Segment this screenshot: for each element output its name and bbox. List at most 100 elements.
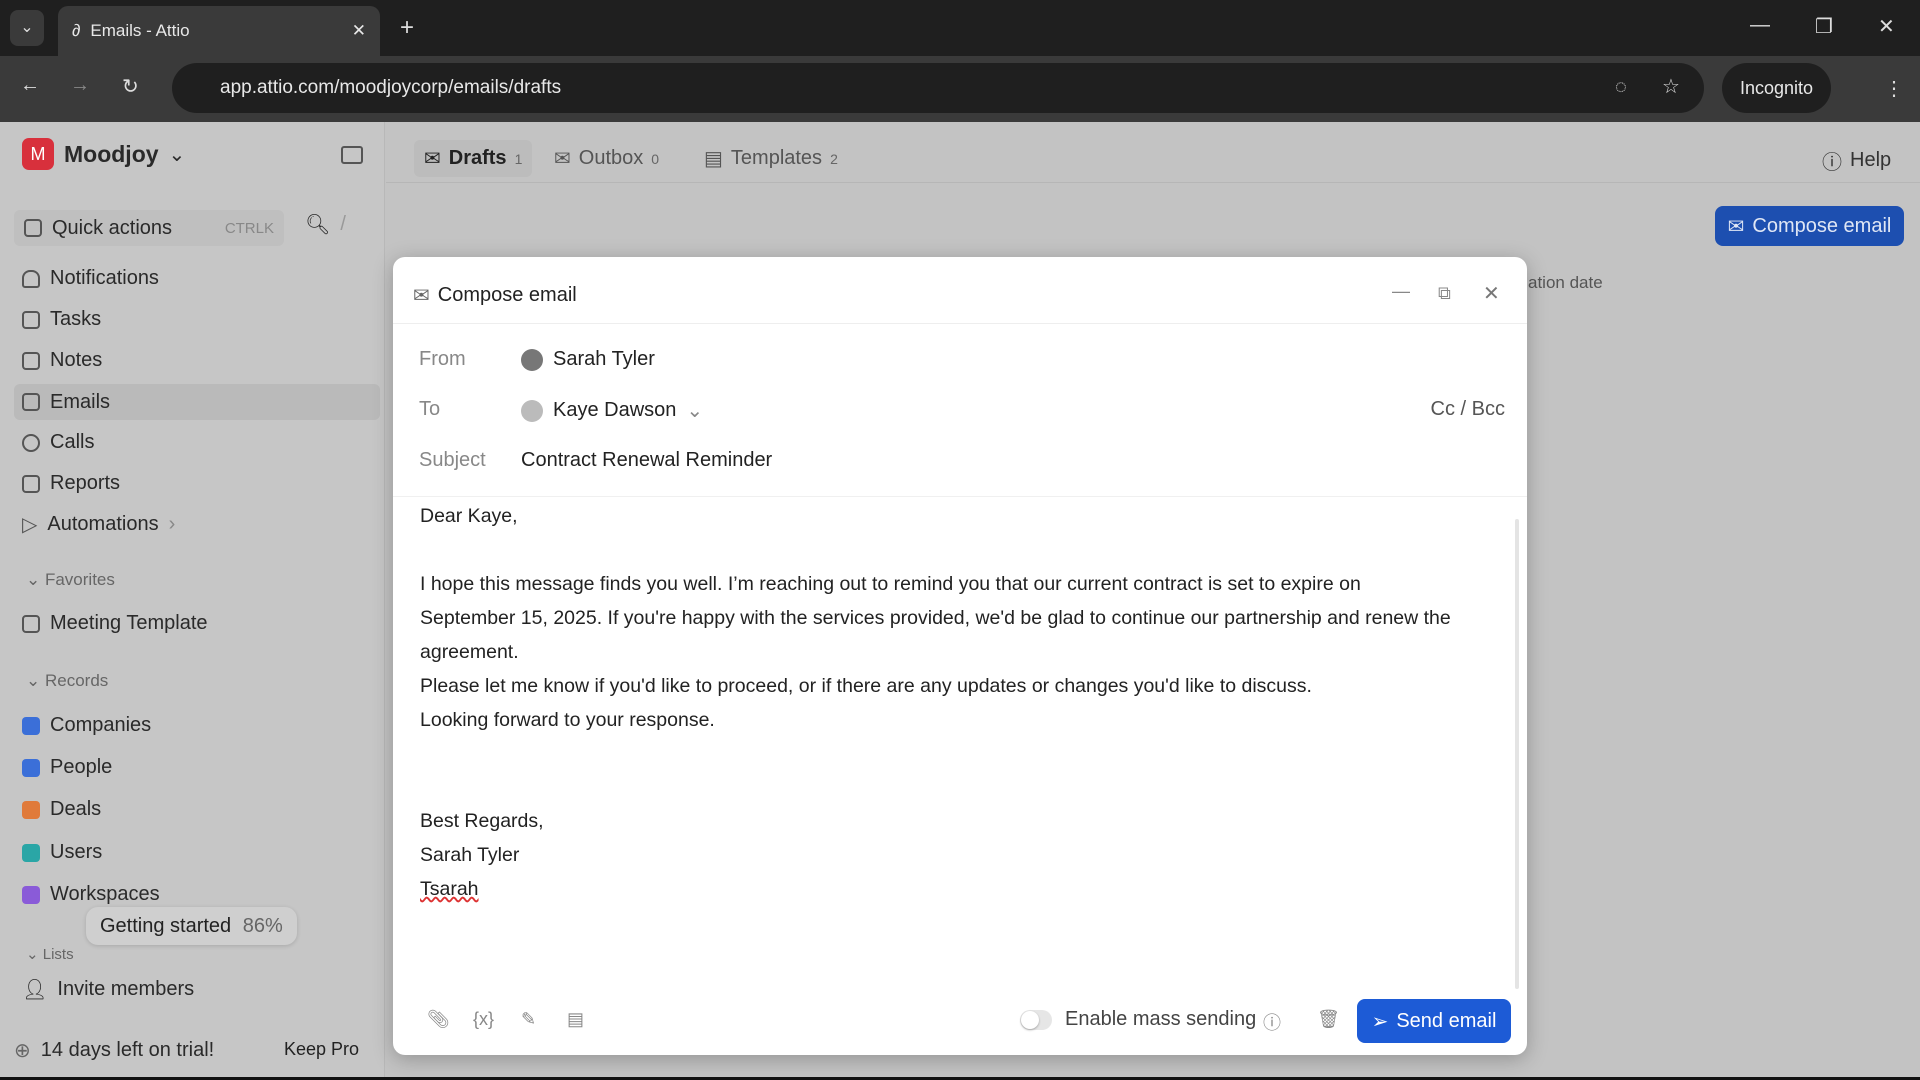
sidebar-item-label: Calls <box>50 431 94 454</box>
sidebar-item-people[interactable]: People <box>22 756 112 779</box>
forward-button[interactable]: → <box>70 74 90 97</box>
url-bar[interactable]: app.attio.com/moodjoycorp/emails/drafts <box>172 63 1704 113</box>
hide-eye-icon[interactable]: ◌ <box>1615 76 1627 99</box>
workspace-name: Moodjoy <box>64 141 159 168</box>
close-window-button[interactable]: ✕ <box>1878 14 1895 39</box>
to-label: To <box>419 398 440 421</box>
help-button[interactable]: ⓘHelp <box>1822 146 1891 175</box>
body-line: September 15, 2025. If you're happy with… <box>420 601 1510 635</box>
sidebar-item-users[interactable]: Users <box>22 841 102 864</box>
close-tab-icon[interactable]: ✕ <box>352 21 366 41</box>
sidebar-item-reports[interactable]: Reports <box>22 472 120 495</box>
mass-sending-toggle[interactable] <box>1020 1010 1052 1030</box>
invite-label: Invite members <box>57 978 194 1001</box>
sidebar-item-label: Reports <box>50 472 120 495</box>
getting-started-widget[interactable]: Getting started 86% <box>86 907 297 945</box>
keep-pro-button[interactable]: Keep Pro <box>284 1039 359 1060</box>
body-line: Please let me know if you'd like to proc… <box>420 669 1510 703</box>
search-icon: 🔍︎ <box>305 212 330 237</box>
close-icon[interactable]: ✕ <box>1483 281 1500 306</box>
chevron-down-icon: ⌄ <box>686 398 703 423</box>
compose-email-button[interactable]: ✉︎Compose email <box>1715 206 1904 246</box>
outbox-icon: ✉︎ <box>554 146 571 171</box>
info-icon[interactable]: ⓘ <box>1263 1009 1281 1035</box>
scrollbar[interactable] <box>1515 519 1519 989</box>
browser-tab[interactable]: ∂ Emails - Attio ✕ <box>58 6 380 56</box>
companies-icon <box>22 717 40 735</box>
invite-members-button[interactable]: 👤︎Invite members <box>22 977 194 1002</box>
sidebar-item-tasks[interactable]: Tasks <box>22 308 101 331</box>
section-title: Lists <box>43 946 74 963</box>
cc-bcc-button[interactable]: Cc / Bcc <box>1431 398 1505 421</box>
favorite-meeting-template[interactable]: Meeting Template <box>22 612 208 635</box>
restore-window-button[interactable]: ❐ <box>1815 14 1833 39</box>
sidebar-item-companies[interactable]: Companies <box>22 714 151 737</box>
sidebar-item-label: Workspaces <box>50 883 160 906</box>
sidebar-item-deals[interactable]: Deals <box>22 798 101 821</box>
workspace-avatar: M <box>22 138 54 170</box>
recipient-avatar <box>521 400 543 422</box>
minimize-icon[interactable]: — <box>1392 281 1410 302</box>
sidebar-item-automations[interactable]: ▷Automations› <box>22 512 175 537</box>
search-button[interactable]: 🔍︎ / <box>305 212 346 237</box>
sidebar-item-notes[interactable]: Notes <box>22 349 102 372</box>
tab-title: Emails - Attio <box>90 21 341 41</box>
to-field[interactable]: Kaye Dawson⌄ <box>521 398 703 423</box>
favorites-section[interactable]: ⌄ Favorites <box>26 570 115 590</box>
browser-tab-strip: ⌄ ∂ Emails - Attio ✕ + — ❐ ✕ <box>0 0 1920 56</box>
incognito-badge[interactable]: Incognito <box>1722 63 1831 113</box>
tab-templates[interactable]: ▤Templates2 <box>704 146 838 171</box>
tab-drafts[interactable]: ✉︎Drafts1 <box>414 140 532 177</box>
from-label: From <box>419 348 466 371</box>
template-icon[interactable]: ▤ <box>567 1009 584 1030</box>
variable-icon[interactable]: {x} <box>473 1009 494 1030</box>
chevron-down-icon: ⌄ <box>169 142 186 167</box>
sidebar-item-workspaces[interactable]: Workspaces <box>22 883 160 906</box>
sender-avatar <box>521 349 543 371</box>
email-body-editor[interactable]: Dear Kaye, I hope this message finds you… <box>420 499 1510 906</box>
records-section[interactable]: ⌄ Records <box>26 671 108 691</box>
tab-outbox[interactable]: ✉︎Outbox0 <box>554 146 659 171</box>
template-icon <box>22 615 40 633</box>
signature-pen-icon[interactable]: ✎ <box>521 1009 536 1030</box>
browser-menu-icon[interactable]: ⋮ <box>1884 76 1904 101</box>
sidebar-item-label: Emails <box>50 391 110 414</box>
tab-search-button[interactable]: ⌄ <box>10 10 44 46</box>
checkbox-icon <box>22 311 40 329</box>
minimize-window-button[interactable]: — <box>1750 14 1770 37</box>
signature-line: Sarah Tyler <box>420 838 1510 872</box>
reload-button[interactable]: ↻ <box>122 74 139 99</box>
from-field[interactable]: Sarah Tyler <box>521 348 655 371</box>
section-title: Favorites <box>45 570 115 589</box>
attachment-icon[interactable]: 📎︎ <box>427 1009 450 1030</box>
sidebar-item-notifications[interactable]: Notifications <box>22 267 159 290</box>
sidebar-item-label: Users <box>50 841 102 864</box>
body-line: agreement. <box>420 635 1510 669</box>
compose-email-dialog: ✉︎Compose email — ⧉ ✕ From Sarah Tyler T… <box>393 257 1527 1055</box>
back-button[interactable]: ← <box>20 74 40 97</box>
keyboard-icon <box>24 219 42 237</box>
column-header-creation-date[interactable]: ation date <box>1528 273 1603 293</box>
sidebar-item-emails[interactable]: Emails <box>14 384 380 420</box>
sidebar-item-calls[interactable]: Calls <box>22 431 94 454</box>
new-tab-button[interactable]: + <box>400 14 414 42</box>
expand-icon[interactable]: ⧉ <box>1438 283 1451 304</box>
sidebar-item-label: People <box>50 756 112 779</box>
getting-started-label: Getting started <box>100 915 231 937</box>
search-shortcut: / <box>340 213 346 236</box>
play-icon: ▷ <box>22 512 37 537</box>
subject-input[interactable]: Contract Renewal Reminder <box>521 449 772 472</box>
trash-icon[interactable]: 🗑︎ <box>1317 1009 1340 1030</box>
workspace-switcher[interactable]: M Moodjoy ⌄ <box>22 138 185 170</box>
bookmark-star-icon[interactable]: ☆ <box>1662 74 1680 99</box>
toggle-sidebar-icon[interactable] <box>341 146 363 164</box>
quick-actions-button[interactable]: Quick actions CTRLK <box>14 210 284 246</box>
sidebar-item-label: Tasks <box>50 308 101 331</box>
mail-icon: ✉︎ <box>1728 214 1745 239</box>
send-email-button[interactable]: ➢Send email <box>1357 999 1511 1043</box>
lists-section[interactable]: ⌄ Lists <box>26 945 74 963</box>
chart-icon <box>22 475 40 493</box>
sidebar-item-label: Notes <box>50 349 102 372</box>
sidebar-item-label: Notifications <box>50 267 159 290</box>
body-line: I hope this message finds you well. I’m … <box>420 567 1510 601</box>
